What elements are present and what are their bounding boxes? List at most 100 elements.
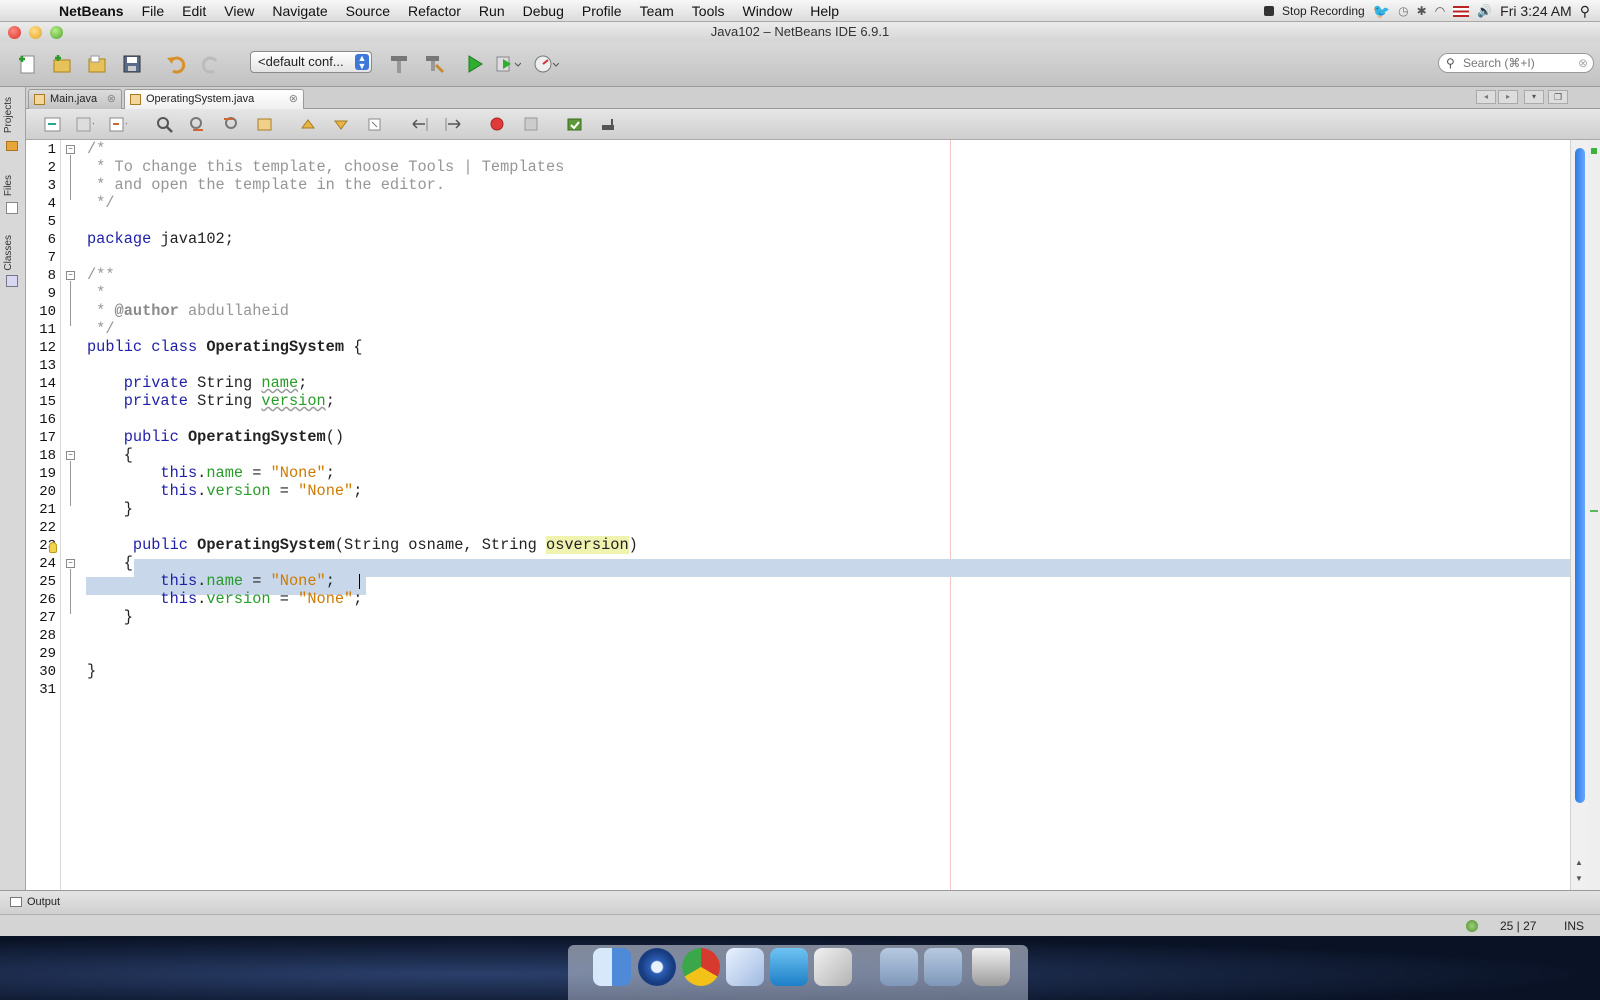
comment-icon[interactable] (599, 116, 617, 133)
code-text: . (197, 590, 207, 608)
hint-lightbulb-icon[interactable] (49, 542, 57, 553)
spotlight-icon[interactable]: ⚲ (1580, 3, 1590, 20)
find-icon[interactable] (156, 116, 174, 133)
maximize-editor-icon[interactable]: ❐ (1548, 90, 1568, 104)
shift-left-icon[interactable] (411, 116, 429, 133)
clear-search-icon[interactable]: ⊗ (1578, 54, 1588, 72)
time-machine-icon[interactable]: ◷ (1398, 4, 1408, 18)
projects-panel-tab[interactable]: Projects (3, 97, 14, 133)
close-window-button[interactable] (8, 26, 21, 39)
check-file-icon[interactable] (566, 116, 584, 133)
save-all-icon[interactable] (119, 51, 145, 77)
new-file-icon[interactable] (14, 51, 40, 77)
documents-folder-icon[interactable] (924, 948, 962, 986)
next-bookmark-icon[interactable] (332, 116, 350, 133)
preview-icon[interactable] (814, 948, 852, 986)
menu-help[interactable]: Help (801, 3, 848, 19)
task-status-icon[interactable] (1466, 920, 1478, 932)
previous-bookmark-icon[interactable] (299, 116, 317, 133)
twitter-menu-icon[interactable]: 🐦 (1373, 3, 1390, 20)
classes-icon[interactable] (6, 275, 18, 287)
configuration-select[interactable]: <default conf... ▲ ▼ (250, 51, 372, 73)
redo-icon[interactable] (198, 51, 224, 77)
stop-recording-label[interactable]: Stop Recording (1282, 4, 1365, 18)
volume-icon[interactable]: 🔊 (1477, 4, 1492, 18)
build-icon[interactable] (386, 51, 412, 77)
caret-position[interactable]: 25 | 27 (1500, 915, 1536, 937)
zoom-window-button[interactable] (50, 26, 63, 39)
profile-icon[interactable] (533, 51, 559, 77)
minimize-window-button[interactable] (29, 26, 42, 39)
tab-main-java[interactable]: Main.java ⊗ (28, 89, 122, 109)
bluetooth-icon[interactable]: ✱ (1417, 4, 1427, 18)
field-name: version (206, 590, 271, 608)
files-panel-tab[interactable]: Files (3, 175, 14, 196)
output-window-icon[interactable] (10, 897, 22, 907)
stop-recording-icon[interactable] (1264, 6, 1274, 16)
tab-list-dropdown-icon[interactable]: ▾ (1524, 90, 1544, 104)
find-next-icon[interactable] (222, 116, 240, 133)
left-panel-strip: Projects Files Classes (0, 87, 26, 890)
back-icon[interactable] (76, 116, 94, 133)
code-line: { (87, 554, 133, 572)
applications-folder-icon[interactable] (880, 948, 918, 986)
menu-file[interactable]: File (133, 3, 174, 19)
wifi-icon[interactable]: ◠ (1435, 4, 1445, 18)
scrollbar-thumb[interactable] (1575, 148, 1585, 803)
quicktime-icon[interactable] (638, 948, 676, 986)
trash-icon[interactable] (972, 948, 1010, 986)
code-text: . (197, 482, 207, 500)
tab-operatingsystem-java[interactable]: OperatingSystem.java ⊗ (124, 89, 304, 109)
chrome-icon[interactable] (682, 948, 720, 986)
scroll-tabs-left-icon[interactable]: ◂ (1476, 90, 1496, 104)
projects-icon[interactable] (6, 141, 18, 151)
menu-clock[interactable]: Fri 3:24 AM (1500, 3, 1572, 19)
twitter-icon[interactable] (770, 948, 808, 986)
run-icon[interactable] (462, 51, 488, 77)
stop-macro-recording-icon[interactable] (522, 116, 540, 133)
menu-view[interactable]: View (215, 3, 263, 19)
toggle-highlight-icon[interactable] (256, 116, 274, 133)
last-edit-icon[interactable] (44, 116, 62, 133)
new-project-icon[interactable] (49, 51, 75, 77)
line-number: 17 (39, 430, 56, 446)
error-stripe[interactable] (1588, 140, 1600, 890)
menu-team[interactable]: Team (631, 3, 683, 19)
scroll-down-icon[interactable]: ▼ (1575, 874, 1583, 883)
menu-app-netbeans[interactable]: NetBeans (50, 3, 133, 19)
close-tab-icon[interactable]: ⊗ (107, 90, 116, 108)
vertical-scrollbar[interactable]: ▲ ▼ (1570, 140, 1588, 890)
menu-navigate[interactable]: Navigate (263, 3, 336, 19)
shift-right-icon[interactable] (444, 116, 462, 133)
menu-run[interactable]: Run (470, 3, 514, 19)
files-icon[interactable] (6, 202, 18, 214)
scroll-up-icon[interactable]: ▲ (1575, 858, 1583, 867)
finder-icon[interactable] (593, 948, 631, 986)
menu-window[interactable]: Window (733, 3, 801, 19)
search-input[interactable]: ⚲ Search (⌘+I) ⊗ (1438, 53, 1594, 73)
menu-profile[interactable]: Profile (573, 3, 631, 19)
find-previous-icon[interactable] (189, 116, 207, 133)
occurrence-marker[interactable] (1590, 510, 1598, 512)
classes-panel-tab[interactable]: Classes (3, 235, 14, 271)
window-title-bar: Java102 – NetBeans IDE 6.9.1 (0, 22, 1600, 42)
clean-build-icon[interactable] (421, 51, 447, 77)
virtualbox-icon[interactable] (726, 948, 764, 986)
insert-mode[interactable]: INS (1564, 915, 1584, 937)
debug-icon[interactable] (495, 51, 521, 77)
undo-icon[interactable] (163, 51, 189, 77)
menu-tools[interactable]: Tools (683, 3, 734, 19)
open-project-icon[interactable] (84, 51, 110, 77)
output-tab[interactable]: Output (27, 896, 60, 908)
line-number: 16 (39, 412, 56, 428)
forward-icon[interactable] (109, 116, 127, 133)
flag-input-icon[interactable] (1453, 5, 1470, 17)
menu-debug[interactable]: Debug (514, 3, 573, 19)
scroll-tabs-right-icon[interactable]: ▸ (1498, 90, 1518, 104)
menu-source[interactable]: Source (337, 3, 399, 19)
start-macro-recording-icon[interactable] (488, 116, 506, 133)
menu-refactor[interactable]: Refactor (399, 3, 470, 19)
menu-edit[interactable]: Edit (173, 3, 215, 19)
close-tab-icon[interactable]: ⊗ (289, 90, 298, 108)
toggle-bookmark-icon[interactable] (366, 116, 384, 133)
